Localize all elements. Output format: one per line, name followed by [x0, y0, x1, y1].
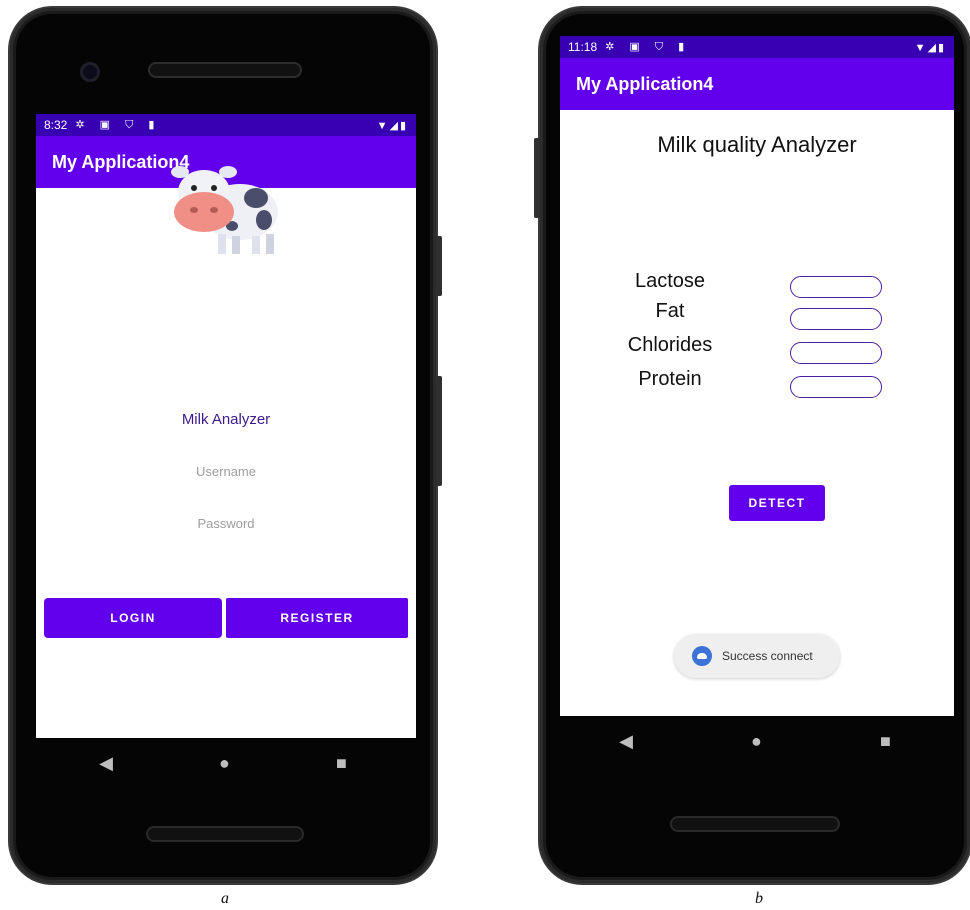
fat-input[interactable] [790, 308, 882, 330]
chlorides-input[interactable] [790, 342, 882, 364]
app-title: My Application4 [576, 73, 714, 94]
username-field[interactable]: Username [36, 464, 416, 479]
protein-input[interactable] [790, 376, 882, 398]
back-icon[interactable]: ◀ [619, 731, 633, 752]
front-camera [80, 62, 100, 82]
status-bar: 11:18 ✲ ▣ ⛉ ▮ ▼◢▮ [560, 36, 954, 58]
recents-icon[interactable]: ■ [880, 731, 891, 752]
back-icon[interactable]: ◀ [99, 753, 113, 774]
status-time: 11:18 [568, 40, 598, 54]
app-heading: Milk Analyzer [181, 411, 271, 428]
earpiece-speaker [148, 62, 302, 78]
caption-a: a [221, 890, 229, 907]
power-button [436, 376, 442, 486]
cow-icon [171, 166, 278, 254]
bottom-speaker [146, 826, 304, 842]
bottom-speaker [670, 816, 840, 832]
lactose-label: Lactose [634, 270, 706, 292]
status-system-icons: ▼◢▮ [914, 41, 946, 54]
protein-label: Protein [638, 368, 702, 390]
screen-b: 11:18 ✲ ▣ ⛉ ▮ ▼◢▮ My Application4 Milk q… [560, 36, 954, 716]
login-button[interactable]: LOGIN [44, 598, 222, 638]
password-field[interactable]: Password [36, 516, 416, 531]
status-notification-icons: ✲ ▣ ⛉ ▮ [605, 41, 691, 53]
lactose-input[interactable] [790, 276, 882, 298]
status-time: 8:32 [44, 118, 68, 132]
android-icon [692, 646, 712, 666]
recents-icon[interactable]: ■ [336, 753, 347, 774]
phone-b: 11:18 ✲ ▣ ⛉ ▮ ▼◢▮ My Application4 Milk q… [534, 8, 970, 883]
toast-message: Success connect [674, 634, 840, 678]
toast-text: Success connect [722, 649, 813, 663]
caption-b: b [755, 890, 763, 907]
register-button[interactable]: REGISTER [226, 598, 408, 638]
home-icon[interactable]: ● [219, 753, 230, 774]
status-notification-icons: ✲ ▣ ⛉ ▮ [75, 119, 161, 131]
app-bar: My Application4 [560, 58, 954, 110]
volume-button [436, 236, 442, 296]
home-icon[interactable]: ● [751, 731, 762, 752]
side-button [534, 138, 540, 218]
nav-bar: ◀ ● ■ [46, 738, 400, 788]
chlorides-label: Chlorides [627, 334, 713, 356]
status-system-icons: ▼◢▮ [376, 119, 408, 132]
detect-button[interactable]: DETECT [729, 485, 825, 521]
phone-a: 8:32 ✲ ▣ ⛉ ▮ ▼◢▮ My Application4 Milk An… [10, 8, 442, 883]
nav-bar: ◀ ● ■ [560, 716, 950, 766]
screen-heading: Milk quality Analyzer [657, 132, 857, 157]
status-bar: 8:32 ✲ ▣ ⛉ ▮ ▼◢▮ [36, 114, 416, 136]
fat-label: Fat [655, 300, 685, 322]
screen-a: 8:32 ✲ ▣ ⛉ ▮ ▼◢▮ My Application4 Milk An… [36, 114, 416, 738]
